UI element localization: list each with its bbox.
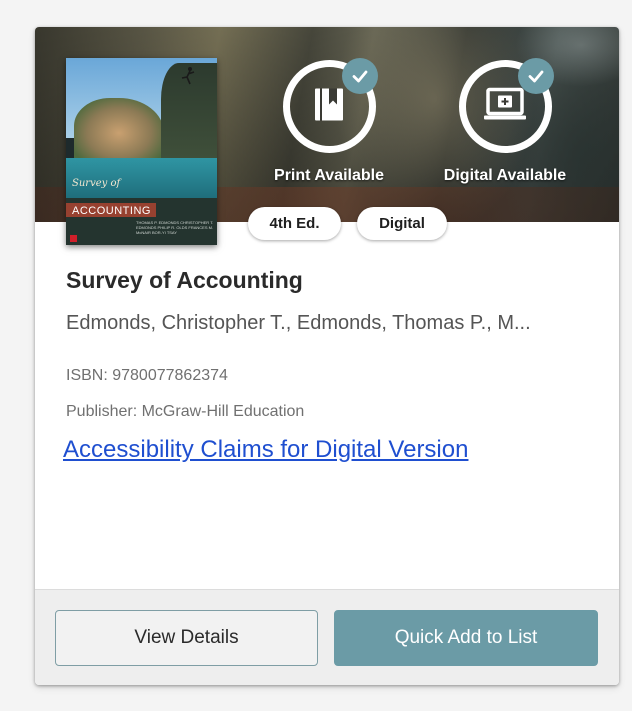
book-title: Survey of Accounting (66, 267, 303, 293)
book-isbn: ISBN: 9780077862374 (66, 367, 228, 384)
digital-availability: Digital Available (440, 58, 570, 185)
check-icon (341, 58, 378, 94)
cover-title-line1: Survey of (72, 178, 121, 189)
publisher-logo (70, 235, 77, 242)
climber-icon (178, 66, 196, 86)
edition-badge: 4th Ed. (248, 207, 341, 240)
cover-title-line2: ACCOUNTING (72, 205, 151, 217)
book-icon (309, 84, 349, 129)
digital-ring (458, 58, 554, 153)
print-available-label: Print Available (274, 167, 384, 184)
view-details-button[interactable]: View Details (55, 610, 318, 666)
format-badge: Digital (357, 207, 447, 240)
check-icon (517, 58, 554, 94)
book-authors: Edmonds, Christopher T., Edmonds, Thomas… (66, 312, 531, 334)
digital-available-label: Digital Available (443, 167, 567, 184)
cover-authors: THOMAS P. EDMONDS CHRISTOPHER T. EDMONDS… (136, 220, 214, 235)
print-availability: Print Available (264, 58, 394, 185)
quick-add-to-list-button[interactable]: Quick Add to List (334, 610, 598, 666)
product-card: Print Available Digital Available Survey… (35, 27, 619, 685)
laptop-plus-icon (482, 84, 528, 129)
book-cover-image: Survey of ACCOUNTING THOMAS P. EDMONDS C… (66, 58, 217, 245)
card-footer: View Details Quick Add to List (35, 589, 619, 685)
book-publisher: Publisher: McGraw-Hill Education (66, 403, 305, 420)
accessibility-claims-link[interactable]: Accessibility Claims for Digital Version (63, 436, 468, 464)
print-ring (282, 58, 378, 153)
